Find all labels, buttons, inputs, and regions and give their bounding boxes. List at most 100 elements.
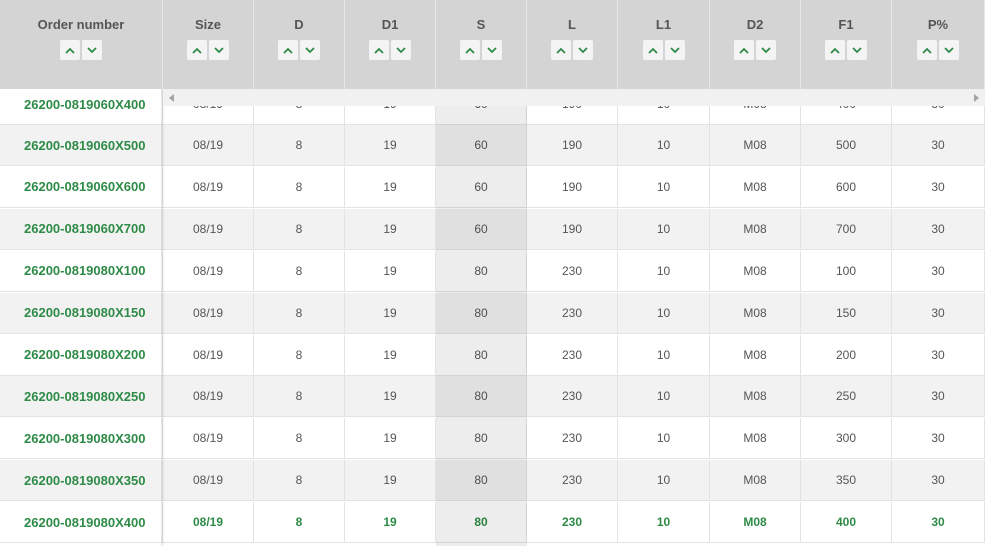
cell-p: 30 [892,208,985,249]
column-label: L1 [655,17,672,32]
cell-s: 80 [436,292,527,333]
cell-l: 230 [527,250,618,291]
order-number-link[interactable]: 26200-0819080X100 [0,250,163,291]
cell-d: 8 [254,292,345,333]
sort-desc-button[interactable] [573,40,593,60]
sort-controls [642,40,685,60]
order-number-link[interactable]: 26200-0819080X250 [0,376,163,417]
cell-size: 08/19 [163,376,254,417]
sort-desc-button[interactable] [756,40,776,60]
cell-size: 08/19 [163,166,254,207]
chevron-up-icon [374,47,384,54]
order-number-link[interactable]: 26200-0819080X200 [0,334,163,375]
cell-l: 190 [527,166,618,207]
order-number-link[interactable]: 26200-0819080X400 [0,502,163,543]
cell-l1: 10 [618,502,710,543]
sort-asc-button[interactable] [60,40,80,60]
column-label: Size [194,17,221,32]
cell-d1: 19 [345,376,436,417]
cell-f1: 200 [801,334,892,375]
sort-controls [278,40,320,60]
order-number-link[interactable]: 26200-0819060X400 [0,89,163,124]
cell-d: 8 [254,208,345,249]
order-number-link[interactable]: 26200-0819060X500 [0,125,163,165]
sort-desc-button[interactable] [82,40,102,60]
sort-desc-button[interactable] [939,40,959,60]
scroll-right-arrow-icon[interactable] [969,89,983,106]
horizontal-scrollbar[interactable] [163,89,985,106]
order-number-link[interactable]: 26200-0819060X600 [0,166,163,207]
table-row[interactable]: 26200-0819060X700 08/19 8 19 60 190 10 M08 700 30 [0,208,985,250]
column-label: Order number [37,17,125,32]
scroll-left-arrow-icon[interactable] [165,89,179,106]
cell-d2: M08 [710,334,801,375]
sort-desc-button[interactable] [209,40,229,60]
sort-desc-button[interactable] [300,40,320,60]
table-row[interactable]: 26200-0819080X250 08/19 8 19 80 230 10 M08 250 30 [0,376,985,418]
cell-d1: 19 [345,460,436,501]
cell-d1: 19 [345,418,436,459]
sort-desc-button[interactable] [391,40,411,60]
cell-d: 8 [254,250,345,291]
table-row[interactable]: 26200-0819080X200 08/19 8 19 80 230 10 M08 200 30 [0,334,985,376]
order-number-link[interactable]: 26200-0819060X700 [0,208,163,249]
chevron-up-icon [830,47,840,54]
sort-controls [551,40,593,60]
sort-desc-button[interactable] [482,40,502,60]
sort-controls [734,40,776,60]
sort-controls [825,40,867,60]
cell-p: 30 [892,125,985,165]
chevron-up-icon [556,47,566,54]
column-label: S [476,17,486,32]
cell-d: 8 [254,376,345,417]
cell-s: 60 [436,208,527,249]
header-d2: D2 [710,0,801,89]
sort-asc-button[interactable] [187,40,207,60]
sort-controls [460,40,502,60]
sort-desc-button[interactable] [664,40,685,60]
table-row-highlighted[interactable]: 26200-0819080X400 08/19 8 19 80 230 10 M08 400 30 [0,502,985,544]
sort-asc-button[interactable] [369,40,389,60]
table-row[interactable]: 26200-0819080X150 08/19 8 19 80 230 10 M08 150 30 [0,292,985,334]
cell-l1: 10 [618,166,710,207]
sort-asc-button[interactable] [460,40,480,60]
sort-controls [369,40,411,60]
chevron-up-icon [465,47,475,54]
cell-l1: 10 [618,460,710,501]
sort-asc-button[interactable] [642,40,663,60]
cell-d1: 19 [345,166,436,207]
sort-asc-button[interactable] [278,40,298,60]
chevron-down-icon [761,46,771,54]
table-row[interactable]: 26200-0819060X500 08/19 8 19 60 190 10 M08 500 30 [0,125,985,166]
sort-controls [917,40,959,60]
cell-l: 230 [527,292,618,333]
cell-f1: 150 [801,292,892,333]
cell-l: 230 [527,502,618,543]
table-row[interactable]: 26200-0819080X350 08/19 8 19 80 230 10 M08 350 30 [0,460,985,502]
sort-asc-button[interactable] [551,40,571,60]
order-number-link[interactable]: 26200-0819080X350 [0,460,163,501]
cell-s: 80 [436,418,527,459]
cell-d2: M08 [710,125,801,165]
cell-d: 8 [254,460,345,501]
cell-f1: 350 [801,460,892,501]
cell-l1: 10 [618,334,710,375]
chevron-up-icon [283,47,293,54]
table-row[interactable]: 26200-0819060X600 08/19 8 19 60 190 10 M08 600 30 [0,166,985,208]
order-number-link[interactable]: 26200-0819080X150 [0,292,163,333]
cell-l: 190 [527,208,618,249]
cell-size: 08/19 [163,502,254,543]
sort-desc-button[interactable] [847,40,867,60]
chevron-up-icon [65,47,75,54]
cell-l1: 10 [618,376,710,417]
sort-asc-button[interactable] [825,40,845,60]
table-row[interactable]: 26200-0819080X300 08/19 8 19 80 230 10 M08 300 30 [0,418,985,460]
cell-d2: M08 [710,460,801,501]
table-header: Order number Size D D1 S L L1 D2 F1 P% [0,0,985,89]
sort-asc-button[interactable] [734,40,754,60]
chevron-down-icon [214,46,224,54]
sort-asc-button[interactable] [917,40,937,60]
order-number-link[interactable]: 26200-0819080X300 [0,418,163,459]
table-row[interactable]: 26200-0819080X100 08/19 8 19 80 230 10 M08 100 30 [0,250,985,292]
column-label: P% [927,17,949,32]
